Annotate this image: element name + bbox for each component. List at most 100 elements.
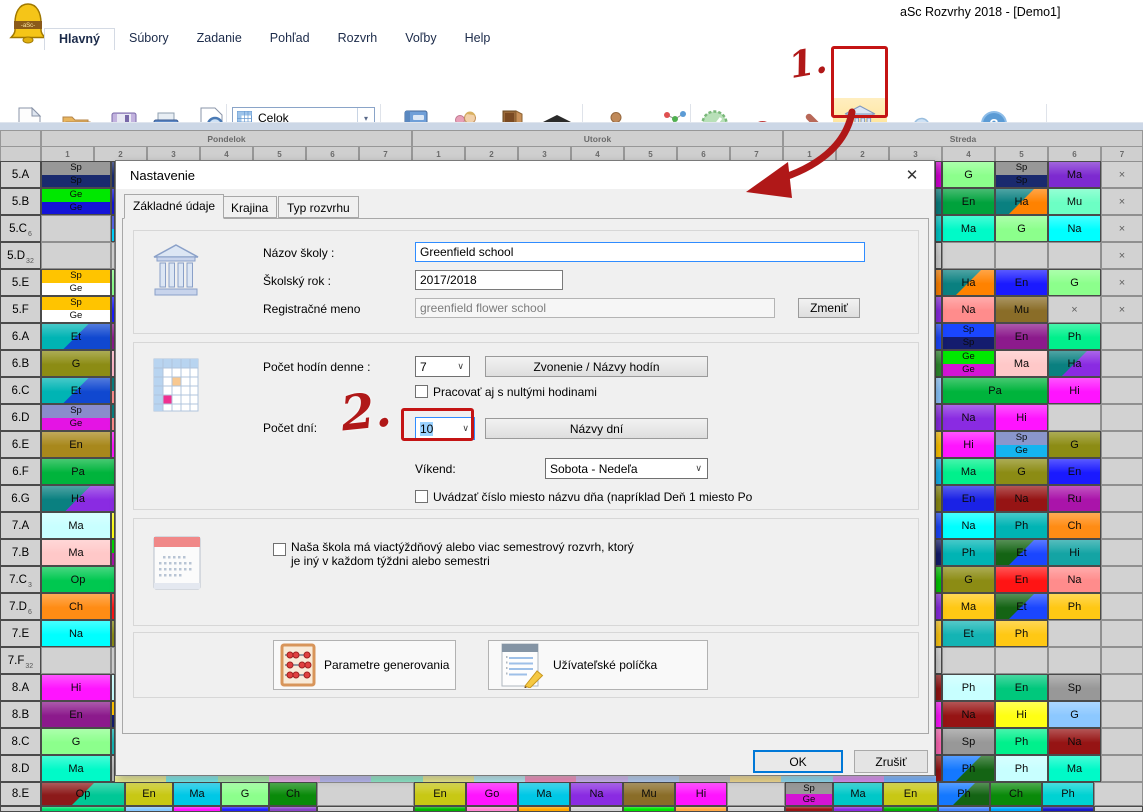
empty-cell[interactable] [1101,755,1143,782]
lesson-cell[interactable]: Ph [942,755,995,782]
lesson-cell[interactable]: Ph [1048,323,1101,350]
empty-cell[interactable] [942,242,995,269]
row-header[interactable]: 8.B [0,701,41,728]
menu-zadanie[interactable]: Zadanie [183,28,256,50]
empty-cell[interactable] [41,647,111,674]
menu-help[interactable]: Help [451,28,505,50]
lesson-cell[interactable]: En [41,431,111,458]
lesson-cell[interactable]: Op [41,566,115,593]
lesson-cell[interactable]: G [1048,431,1101,458]
lesson-cell[interactable]: Ph [942,539,995,566]
close-icon[interactable]: ✕ [902,166,922,184]
generation-params-button[interactable]: Parametre generovania [273,640,456,690]
empty-cell[interactable] [995,647,1048,674]
lesson-cell[interactable]: Na [942,296,995,323]
lesson-cell[interactable]: × [1101,161,1143,188]
lesson-cell[interactable]: Ch [41,593,111,620]
school-year-input[interactable] [415,270,563,290]
empty-cell[interactable] [1101,512,1143,539]
lesson-cell[interactable]: Ma [41,512,111,539]
lesson-cell[interactable]: G [942,161,995,188]
lesson-cell[interactable]: Ha [1048,350,1101,377]
zero-periods-checkbox-label[interactable]: Pracovať aj s nultými hodinami [433,385,597,399]
tab-krajina[interactable]: Krajina [222,196,277,218]
row-header[interactable]: 6.A [0,323,41,350]
multiweek-checkbox-label-line1[interactable]: Naša škola má viactýždňový alebo viac se… [291,540,634,554]
tab-typ-rozvrhu[interactable]: Typ rozvrhu [278,196,359,218]
day-number-checkbox[interactable] [415,490,428,503]
menu-pohlad[interactable]: Pohľad [256,28,324,50]
lesson-cell[interactable]: SpGe [785,782,833,806]
bells-button[interactable]: Zvonenie / Názvy hodín [485,356,708,377]
row-header[interactable]: 7.E [0,620,41,647]
weekend-combo[interactable]: Sobota - Nedeľa ∨ [545,458,708,479]
empty-cell[interactable] [1101,485,1143,512]
row-header[interactable]: 7.D6 [0,593,41,620]
row-header[interactable]: 5.C6 [0,215,41,242]
row-header[interactable]: 6.B [0,350,41,377]
lesson-cell[interactable]: Ma [942,593,995,620]
lesson-cell[interactable]: Ma [518,782,570,806]
change-button[interactable]: Zmeniť [798,298,860,318]
lesson-cell[interactable]: Na [1048,215,1101,242]
lesson-cell[interactable]: Et [995,593,1048,620]
lesson-cell[interactable]: G [995,215,1048,242]
lesson-cell[interactable]: Ph [1048,593,1101,620]
lesson-cell[interactable]: × [1101,188,1143,215]
lesson-cell[interactable]: Hi [942,431,995,458]
lesson-cell[interactable]: En [995,674,1048,701]
lesson-cell[interactable]: SpSp [995,161,1048,188]
lesson-cell[interactable]: SpGe [41,269,111,296]
empty-cell[interactable] [1101,431,1143,458]
lesson-cell[interactable]: Ch [1048,512,1101,539]
lesson-cell[interactable]: Ma [1048,161,1101,188]
row-header[interactable]: 7.A [0,512,41,539]
lesson-cell[interactable]: Ha [41,485,115,512]
lesson-cell[interactable]: Na [1048,728,1101,755]
empty-cell[interactable] [727,782,785,806]
lesson-cell[interactable]: Ph [1042,782,1094,806]
lesson-cell[interactable]: × [1101,269,1143,296]
lesson-cell[interactable]: Hi [41,674,111,701]
lesson-cell[interactable]: En [995,323,1048,350]
lesson-cell[interactable]: Ha [995,188,1048,215]
empty-cell[interactable] [1101,539,1143,566]
lesson-cell[interactable]: Hi [1048,377,1101,404]
lesson-cell[interactable]: En [995,566,1048,593]
lesson-cell[interactable]: Ma [1048,755,1101,782]
row-header[interactable]: 6.G [0,485,41,512]
row-header[interactable]: 6.F [0,458,41,485]
menu-subory[interactable]: Súbory [115,28,183,50]
lesson-cell[interactable]: Ma [942,458,995,485]
lesson-cell[interactable]: Na [942,404,995,431]
lesson-cell[interactable]: En [995,269,1048,296]
lesson-cell[interactable]: Na [942,512,995,539]
empty-cell[interactable] [1101,323,1143,350]
lesson-cell[interactable]: Mu [995,296,1048,323]
empty-cell[interactable] [1048,242,1101,269]
ok-button[interactable]: OK [753,750,843,773]
row-header[interactable]: 8.E [0,782,41,806]
lesson-cell[interactable]: Na [570,782,623,806]
lesson-cell[interactable]: Ph [995,728,1048,755]
empty-cell[interactable] [1101,350,1143,377]
lesson-cell[interactable]: En [414,782,466,806]
lesson-cell[interactable]: Op [41,782,125,806]
empty-cell[interactable] [1101,404,1143,431]
empty-cell[interactable] [1048,647,1101,674]
lesson-cell[interactable]: GeGe [942,350,995,377]
empty-cell[interactable] [41,242,111,269]
empty-cell[interactable] [1101,593,1143,620]
lesson-cell[interactable]: G [1048,269,1101,296]
lesson-cell[interactable]: Na [942,701,995,728]
lesson-cell[interactable]: Ha [942,269,995,296]
lesson-cell[interactable]: G [995,458,1048,485]
lesson-cell[interactable]: Hi [675,782,727,806]
lesson-cell[interactable]: Go [466,782,518,806]
lesson-cell[interactable]: En [125,782,173,806]
lesson-cell[interactable]: Mu [623,782,675,806]
empty-cell[interactable] [995,242,1048,269]
lesson-cell[interactable]: × [1101,296,1143,323]
empty-cell[interactable] [1101,566,1143,593]
lesson-cell[interactable]: Ma [995,350,1048,377]
